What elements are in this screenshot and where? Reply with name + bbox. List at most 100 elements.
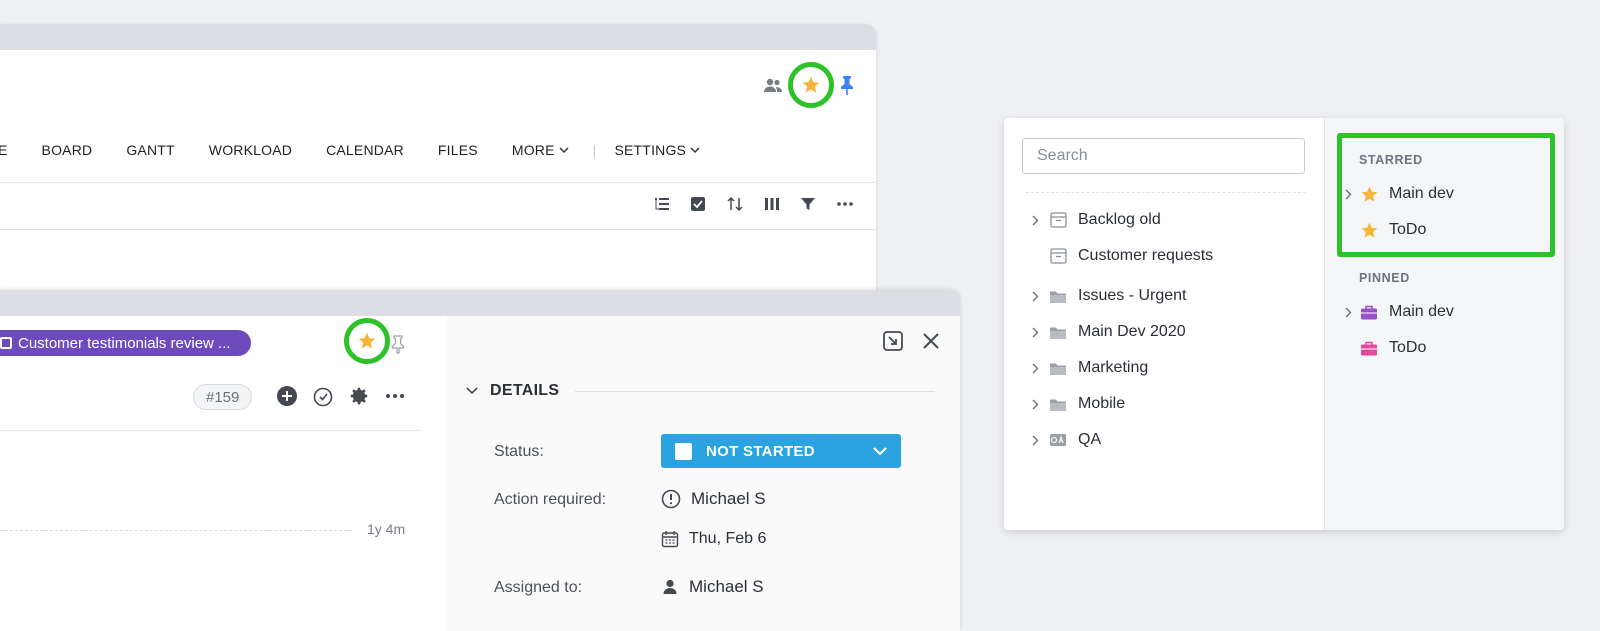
toolbar-divider xyxy=(0,229,876,230)
assigned-to-label: Assigned to: xyxy=(494,579,583,596)
chevron-right-icon[interactable] xyxy=(1024,435,1046,446)
nav-item-calendar[interactable]: CALENDAR xyxy=(326,142,404,158)
tree-item-label: Customer requests xyxy=(1078,247,1214,264)
pinned-item-main-dev[interactable]: Main dev xyxy=(1339,294,1454,330)
chevron-right-icon[interactable] xyxy=(1339,307,1357,318)
starred-item-todo[interactable]: ToDo xyxy=(1339,212,1426,248)
details-section-header[interactable]: DETAILS xyxy=(466,382,936,400)
chevron-right-icon[interactable] xyxy=(1024,215,1046,226)
chevron-right-icon[interactable] xyxy=(1024,291,1046,302)
archive-icon xyxy=(1046,212,1070,228)
tree-item-customer-requests[interactable]: Customer requests xyxy=(1024,238,1213,274)
star-icon xyxy=(1357,185,1381,204)
nav-item-files[interactable]: FILES xyxy=(438,142,478,158)
status-value: NOT STARTED xyxy=(706,442,815,460)
filter-icon[interactable] xyxy=(800,196,816,212)
action-required-user[interactable]: Michael S xyxy=(661,489,766,509)
details-window-actions xyxy=(882,330,940,352)
tree-item-main-dev-2020[interactable]: Main Dev 2020 xyxy=(1024,314,1213,350)
parent-project-pill[interactable]: Customer testimonials review ... xyxy=(0,330,251,356)
action-required-date-value: Thu, Feb 6 xyxy=(689,530,767,547)
header-actions xyxy=(762,62,856,108)
nav-settings-label: SETTINGS xyxy=(614,142,687,158)
status-color-swatch xyxy=(675,442,692,460)
folder-icon xyxy=(1046,289,1070,304)
search-divider xyxy=(1026,192,1306,193)
search-input[interactable] xyxy=(1022,138,1305,174)
task-number-badge[interactable]: #159 xyxy=(193,384,253,410)
tree-item-label: Marketing xyxy=(1078,359,1149,376)
tree-item-marketing[interactable]: Marketing xyxy=(1024,350,1213,386)
nav-divider xyxy=(0,182,876,183)
star-icon xyxy=(358,332,376,349)
add-icon[interactable] xyxy=(276,385,298,407)
tree-item-label: Mobile xyxy=(1078,395,1126,412)
users-icon[interactable] xyxy=(762,76,784,94)
popout-icon[interactable] xyxy=(882,330,904,352)
favorites-dropdown: Backlog old Customer requests Issues - U… xyxy=(1004,118,1564,530)
columns-icon[interactable] xyxy=(764,196,780,212)
assigned-to-user-name: Michael S xyxy=(689,577,764,596)
chevron-right-icon[interactable] xyxy=(1339,189,1357,200)
chevron-right-icon[interactable] xyxy=(1024,399,1046,410)
pin-icon[interactable] xyxy=(838,74,856,96)
user-icon xyxy=(663,579,677,594)
sort-icon[interactable] xyxy=(726,196,744,212)
assigned-to-user[interactable]: Michael S xyxy=(661,577,764,597)
alert-circle-icon xyxy=(661,489,681,509)
nav-item-e[interactable]: E xyxy=(0,142,8,158)
pinned-item-todo[interactable]: ToDo xyxy=(1339,330,1426,366)
tree-item-label: Issues - Urgent xyxy=(1078,287,1187,304)
nav-separator: | xyxy=(592,142,597,158)
chevron-right-icon[interactable] xyxy=(1024,327,1046,338)
tree-item-qa[interactable]: QA xyxy=(1024,422,1213,458)
gear-icon[interactable] xyxy=(348,385,370,407)
checkbox-icon[interactable] xyxy=(690,196,706,212)
timer-icon[interactable] xyxy=(312,385,334,407)
folder-icon xyxy=(1046,325,1070,340)
action-required-label: Action required: xyxy=(494,491,607,508)
tree-item-mobile[interactable]: Mobile xyxy=(1024,386,1213,422)
calendar-icon xyxy=(661,531,679,548)
pinned-item-label: Main dev xyxy=(1389,303,1454,320)
chevron-down-icon xyxy=(873,446,887,455)
parent-project-label: Customer testimonials review ... xyxy=(18,334,231,352)
details-rule xyxy=(575,390,936,392)
tree-item-label: Backlog old xyxy=(1078,211,1161,228)
pin-outline-icon[interactable] xyxy=(390,334,406,359)
more-horizontal-icon[interactable] xyxy=(384,385,406,407)
folder-icon xyxy=(1046,397,1070,412)
nav-more-label: MORE xyxy=(511,142,555,158)
star-button-highlight[interactable] xyxy=(788,62,834,108)
nav-item-more[interactable]: MORE xyxy=(512,142,569,158)
nav-item-workload[interactable]: WORKLOAD xyxy=(209,142,292,158)
task-star-button-highlight[interactable] xyxy=(344,318,390,364)
chevron-right-icon[interactable] xyxy=(1024,363,1046,374)
chevron-down-icon xyxy=(559,146,569,153)
close-icon[interactable] xyxy=(922,332,940,350)
star-icon xyxy=(802,76,820,93)
starred-item-main-dev[interactable]: Main dev xyxy=(1339,176,1454,212)
action-required-date[interactable]: Thu, Feb 6 xyxy=(661,530,766,548)
qa-icon xyxy=(1046,433,1070,447)
nav-item-board[interactable]: BOARD xyxy=(42,142,93,158)
task-actions xyxy=(276,385,406,407)
task-title-bar xyxy=(0,290,960,316)
pinned-item-label: ToDo xyxy=(1389,339,1427,356)
more-horizontal-icon[interactable] xyxy=(836,196,854,212)
timeline-divider xyxy=(0,530,352,531)
details-pane: DETAILS Status: NOT STARTED Action requi… xyxy=(446,316,960,631)
tree-item-label: QA xyxy=(1078,431,1102,448)
status-dropdown[interactable]: NOT STARTED xyxy=(661,434,901,468)
document-icon xyxy=(0,337,12,349)
task-header-divider xyxy=(0,430,420,431)
tree-item-backlog-old[interactable]: Backlog old xyxy=(1024,202,1213,238)
folder-icon xyxy=(1046,361,1070,376)
view-toolbar xyxy=(654,196,854,212)
hierarchy-icon[interactable] xyxy=(654,196,670,212)
nav-item-settings[interactable]: SETTINGS xyxy=(614,142,700,158)
chevron-down-icon xyxy=(690,146,700,153)
tree-item-issues-urgent[interactable]: Issues - Urgent xyxy=(1024,278,1213,314)
nav-item-gantt[interactable]: GANTT xyxy=(126,142,174,158)
starred-item-label: ToDo xyxy=(1389,221,1427,238)
